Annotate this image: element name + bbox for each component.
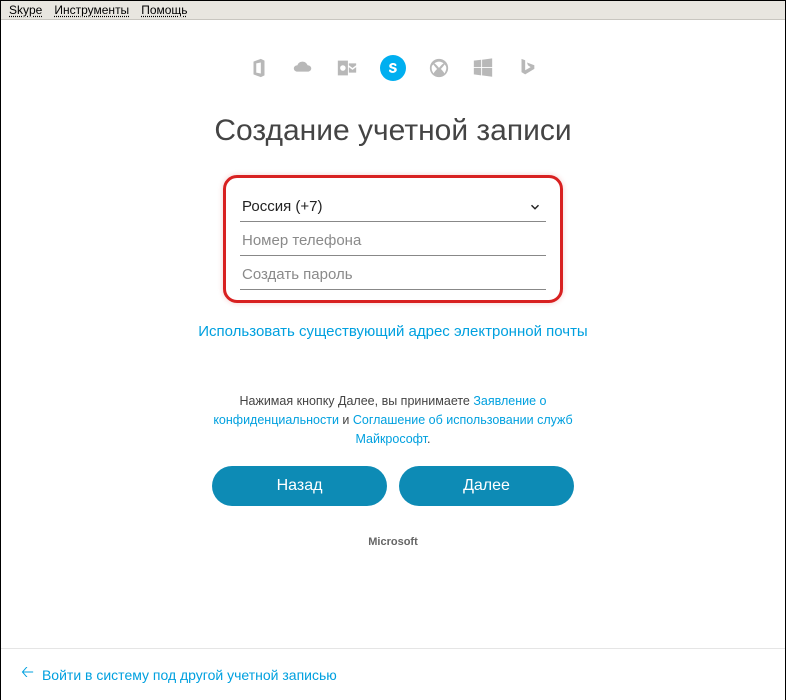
country-value: Россия (+7) <box>242 198 322 215</box>
xbox-icon <box>428 57 450 79</box>
main-content: Создание учетной записи Россия (+7) Номе… <box>1 20 785 548</box>
menu-skype[interactable]: Skype <box>9 3 42 17</box>
terms-suffix: . <box>427 432 430 446</box>
use-email-link[interactable]: Использовать существующий адрес электрон… <box>21 321 765 342</box>
sign-in-other-account-link[interactable]: Войти в систему под другой учетной запис… <box>42 667 337 683</box>
agreement-link[interactable]: Соглашение об использовании служб Майкро… <box>353 413 573 446</box>
terms-and: и <box>339 413 353 427</box>
back-button[interactable]: Назад <box>212 466 387 506</box>
windows-icon <box>472 57 494 79</box>
page-title: Создание учетной записи <box>21 111 765 150</box>
menu-tools[interactable]: Инструменты <box>54 3 129 17</box>
outlook-icon <box>336 57 358 79</box>
menu-help[interactable]: Помощь <box>141 3 187 17</box>
password-input[interactable]: Создать пароль <box>240 256 546 290</box>
bottom-bar: 🡠 Войти в систему под другой учетной зап… <box>1 648 785 700</box>
menubar: Skype Инструменты Помощь <box>1 1 785 20</box>
terms-prefix: Нажимая кнопку Далее, вы принимаете <box>239 394 473 408</box>
arrow-left-icon: 🡠 <box>21 661 34 688</box>
office-icon <box>248 57 270 79</box>
next-button[interactable]: Далее <box>399 466 574 506</box>
microsoft-brand: Microsoft <box>21 536 765 548</box>
product-icons-row <box>21 55 765 81</box>
button-row: Назад Далее <box>21 466 765 506</box>
skype-icon <box>380 55 406 81</box>
chevron-down-icon <box>528 200 542 214</box>
terms-text: Нажимая кнопку Далее, вы принимаете Заяв… <box>178 392 608 448</box>
signup-form-highlight: Россия (+7) Номер телефона Создать парол… <box>223 175 563 303</box>
onedrive-icon <box>292 57 314 79</box>
bing-icon <box>516 57 538 79</box>
country-select[interactable]: Россия (+7) <box>240 188 546 222</box>
phone-input[interactable]: Номер телефона <box>240 222 546 256</box>
